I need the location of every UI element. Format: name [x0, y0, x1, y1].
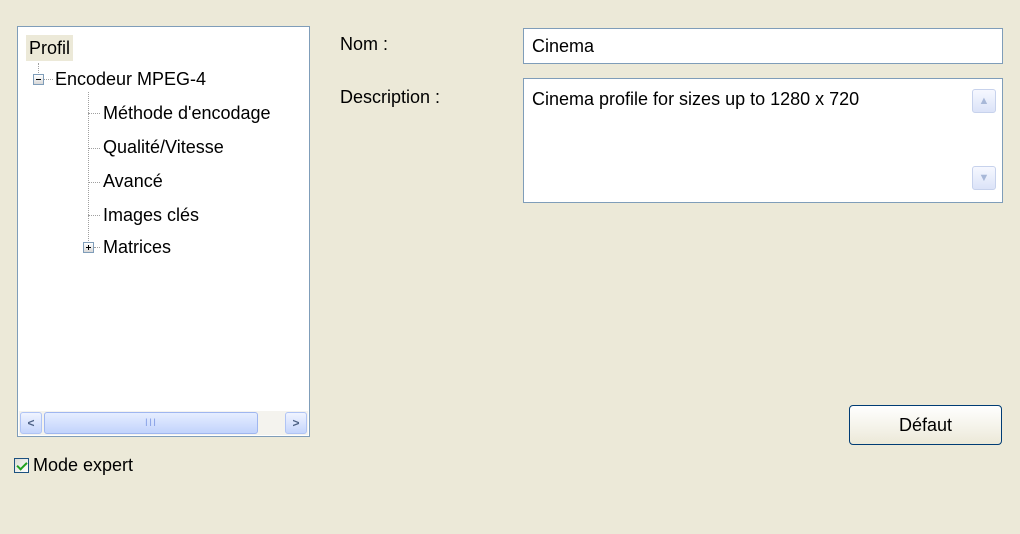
- scroll-left-button[interactable]: <: [20, 412, 42, 434]
- collapse-icon[interactable]: [33, 74, 44, 85]
- tree-connector: [88, 113, 100, 114]
- scroll-down-button[interactable]: ▼: [972, 166, 996, 190]
- tree-item-images-cles[interactable]: Images clés: [103, 203, 199, 227]
- tree-item-avance[interactable]: Avancé: [103, 169, 163, 193]
- expert-mode-checkbox[interactable]: [14, 458, 29, 473]
- profile-tree[interactable]: Profil Encodeur MPEG-4 Méthode d'encodag…: [17, 26, 310, 437]
- tree-connector: [88, 215, 100, 216]
- horizontal-scrollbar[interactable]: < III >: [19, 411, 308, 435]
- name-label: Nom :: [340, 34, 389, 54]
- tree-item-qualite[interactable]: Qualité/Vitesse: [103, 135, 224, 159]
- scroll-up-button[interactable]: ▲: [972, 89, 996, 113]
- expand-icon[interactable]: [83, 242, 94, 253]
- description-text: Cinema profile for sizes up to 1280 x 72…: [532, 89, 860, 109]
- tree-item-matrices[interactable]: Matrices: [103, 235, 171, 259]
- description-label: Description :: [340, 87, 441, 107]
- tree-item-encodeur[interactable]: Encodeur MPEG-4: [55, 67, 206, 91]
- name-input[interactable]: Cinema: [523, 28, 1003, 64]
- tree-item-methode[interactable]: Méthode d'encodage: [103, 101, 271, 125]
- scroll-thumb[interactable]: III: [44, 412, 258, 434]
- tree-connector: [88, 148, 100, 149]
- tree-connector: [43, 79, 53, 80]
- default-button[interactable]: Défaut: [849, 405, 1002, 445]
- tree-connector: [88, 182, 100, 183]
- expert-mode-toggle[interactable]: Mode expert: [14, 455, 133, 476]
- tree-connector: [88, 92, 89, 247]
- tree-connector: [94, 247, 100, 248]
- tree-connector: [38, 63, 39, 73]
- expert-mode-label: Mode expert: [33, 455, 134, 475]
- tree-root-profil[interactable]: Profil: [26, 35, 74, 61]
- scroll-right-button[interactable]: >: [285, 412, 307, 434]
- description-textarea[interactable]: Cinema profile for sizes up to 1280 x 72…: [523, 78, 1003, 203]
